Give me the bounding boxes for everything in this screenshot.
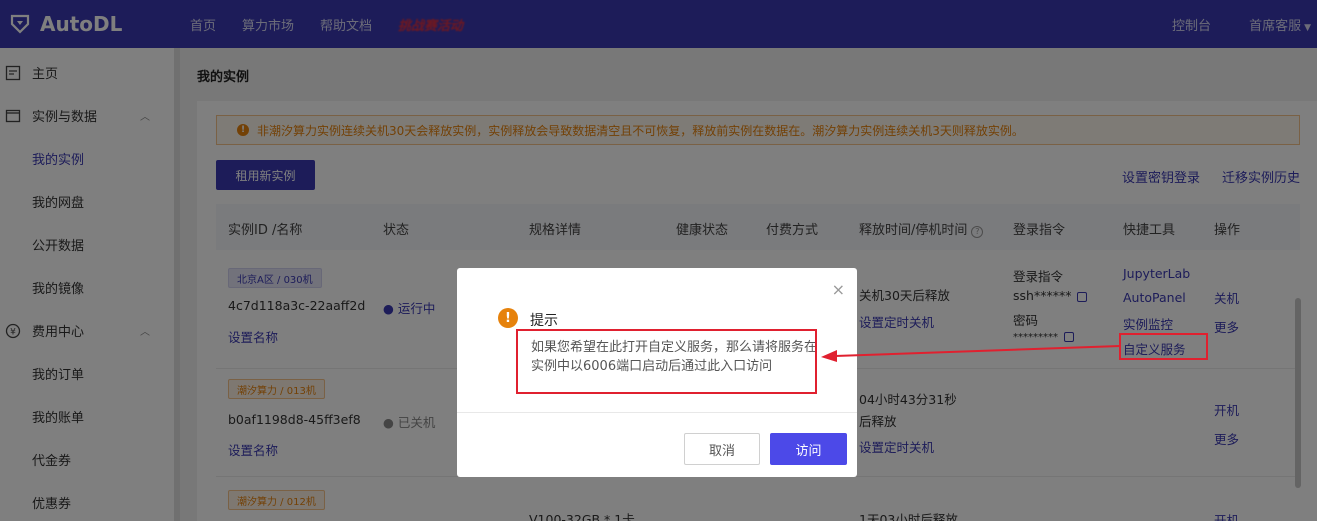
warning-icon: ! bbox=[498, 308, 518, 328]
annotation-box-message bbox=[516, 329, 817, 394]
modal-divider bbox=[457, 412, 857, 413]
annotation-arrow-icon bbox=[821, 345, 1121, 362]
cancel-button[interactable]: 取消 bbox=[684, 433, 760, 465]
visit-button[interactable]: 访问 bbox=[770, 433, 847, 465]
annotation-box-custom-service bbox=[1119, 333, 1208, 360]
close-icon[interactable]: × bbox=[832, 280, 845, 299]
modal-title: 提示 bbox=[530, 313, 558, 329]
